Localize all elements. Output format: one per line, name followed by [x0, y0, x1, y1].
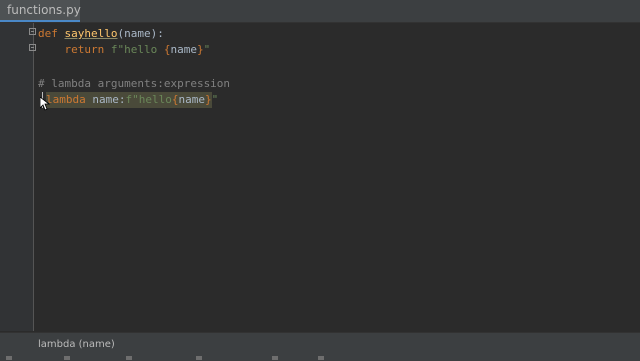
code-line-1: def sayhello(name): — [38, 26, 164, 42]
fstring-var: name — [170, 43, 197, 56]
code-line-5: lambda name:f"hello{name}" — [46, 92, 218, 108]
lambda-fstring-1: f"hello — [125, 93, 172, 106]
code-comment: # lambda arguments:expression — [38, 77, 231, 90]
keyword-return: return — [64, 43, 105, 56]
function-params: (name): — [117, 27, 164, 40]
keyword-def: def — [38, 27, 58, 40]
bottom-toolbar-icons — [6, 356, 324, 360]
lambda-fstring-2: " — [211, 93, 219, 106]
editor-gutter — [0, 23, 36, 331]
tab-label: functions.py — [7, 3, 81, 17]
mouse-pointer-icon — [40, 97, 50, 111]
code-editor[interactable]: def sayhello(name): return f"hello {name… — [34, 23, 640, 331]
lambda-args: name: — [85, 93, 126, 106]
parameter-hint: lambda (name) — [38, 339, 115, 350]
function-name: sayhello — [64, 27, 118, 40]
fstring-part-1: f"hello — [110, 43, 164, 56]
lambda-brace-close: } — [204, 93, 212, 106]
code-line-2: return f"hello {name}" — [38, 42, 211, 58]
lambda-fstring-var: name — [178, 93, 205, 106]
tab-functions-py[interactable]: functions.py — [0, 0, 81, 22]
editor-tab-bar: functions.py — [0, 0, 640, 23]
fstring-part-2: " — [203, 43, 211, 56]
keyword-lambda: lambda — [46, 93, 86, 106]
brace-close: } — [196, 43, 204, 56]
